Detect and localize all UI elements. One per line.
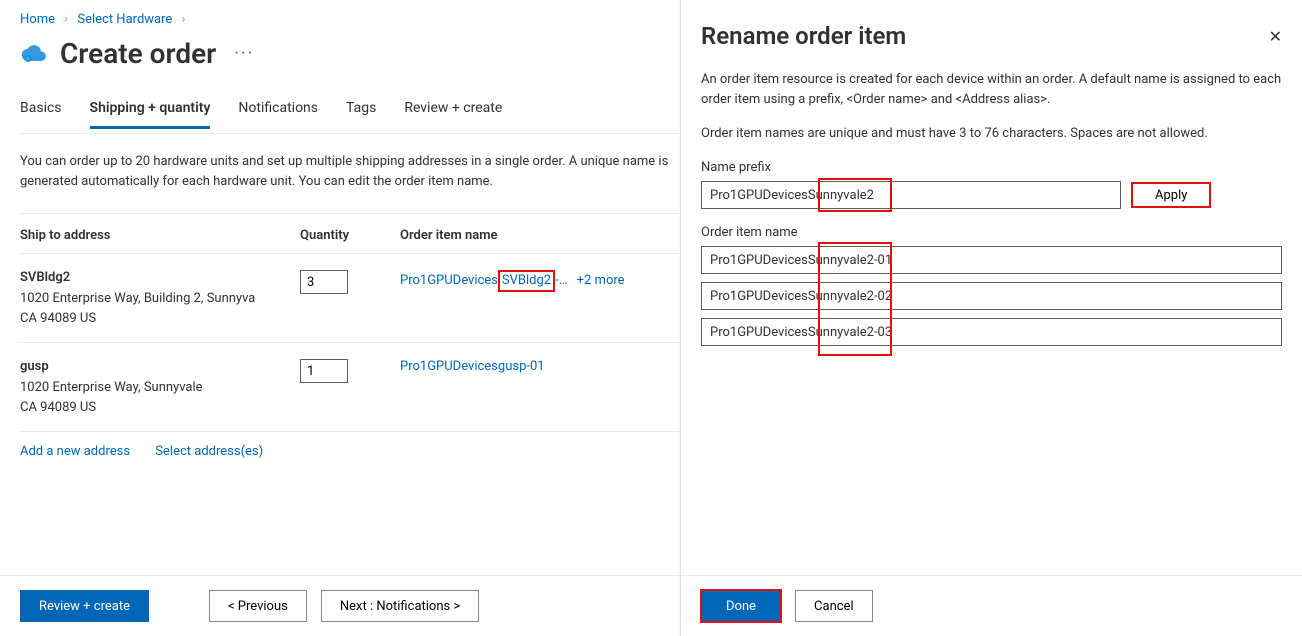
order-item-name-input[interactable]: Pro1GPUDevicesSunnyvale2-02 (701, 282, 1282, 310)
create-order-page: Home › Select Hardware › Create order ··… (0, 0, 680, 636)
done-button[interactable]: Done (701, 590, 781, 622)
review-create-button[interactable]: Review + create (20, 590, 149, 622)
address-line: 1020 Enterprise Way, Sunnyvale (20, 378, 300, 398)
oi-label: Order item name (701, 225, 1282, 240)
address-name: gusp (20, 359, 300, 374)
prefix-text: Pro1GPUDevices (710, 188, 808, 203)
order-item-name-input[interactable]: Pro1GPUDevicesSunnyvale2-03 (701, 318, 1282, 346)
breadcrumb: Home › Select Hardware › (20, 12, 680, 37)
next-button[interactable]: Next : Notifications > (321, 590, 479, 622)
oi-text: -… (555, 273, 567, 288)
quantity-input[interactable] (300, 270, 348, 294)
address-line: 1020 Enterprise Way, Building 2, Sunnyva (20, 289, 300, 309)
shipping-grid: Ship to address Quantity Order item name… (20, 213, 680, 432)
table-row: gusp 1020 Enterprise Way, Sunnyvale CA 9… (20, 343, 680, 431)
rename-order-item-panel: Rename order item ✕ An order item resour… (680, 0, 1302, 636)
tab-review-create[interactable]: Review + create (404, 92, 502, 129)
cloud-hardware-icon (20, 40, 48, 68)
oi-highlight: Sunnyvale2 (808, 253, 874, 268)
apply-button[interactable]: Apply (1131, 182, 1211, 208)
address-line: CA 94089 US (20, 309, 300, 329)
tab-notifications[interactable]: Notifications (238, 92, 318, 129)
breadcrumb-home[interactable]: Home (20, 12, 55, 27)
prefix-label: Name prefix (701, 160, 1282, 175)
address-name: SVBldg2 (20, 270, 300, 285)
intro-text: You can order up to 20 hardware units an… (20, 152, 680, 191)
highlighted-alias: SVBldg2 (498, 270, 555, 292)
previous-button[interactable]: < Previous (209, 590, 307, 622)
tab-tags[interactable]: Tags (346, 92, 376, 129)
tab-basics[interactable]: Basics (20, 92, 62, 129)
table-row: SVBldg2 1020 Enterprise Way, Building 2,… (20, 254, 680, 343)
tab-shipping-quantity[interactable]: Shipping + quantity (90, 92, 211, 129)
panel-description: Order item names are unique and must hav… (701, 124, 1282, 144)
name-prefix-input[interactable]: Pro1GPUDevicesSunnyvale2 (701, 181, 1121, 209)
panel-footer: Done Cancel (681, 575, 1302, 636)
order-item-name-link[interactable]: Pro1GPUDevicesSVBldg2-… +2 more (400, 270, 680, 292)
oi-text: -02 (874, 289, 892, 304)
oi-text: Pro1GPUDevices (710, 325, 808, 340)
prefix-highlight: Sunnyvale2 (808, 188, 874, 203)
add-address-link[interactable]: Add a new address (20, 444, 130, 459)
more-items-link[interactable]: +2 more (577, 273, 625, 288)
oi-text: Pro1GPUDevices (400, 273, 498, 288)
tabs: Basics Shipping + quantity Notifications… (20, 92, 680, 129)
breadcrumb-sep: › (58, 12, 74, 27)
oi-text: Pro1GPUDevices (710, 289, 808, 304)
quantity-input[interactable] (300, 359, 348, 383)
col-header-oi: Order item name (400, 228, 680, 243)
oi-text: -01 (874, 253, 892, 268)
breadcrumb-sep: › (176, 12, 192, 27)
oi-highlight: Sunnyvale2 (808, 325, 874, 340)
address-line: CA 94089 US (20, 398, 300, 418)
select-addresses-link[interactable]: Select address(es) (155, 444, 263, 459)
cancel-button[interactable]: Cancel (795, 590, 873, 622)
more-actions-icon[interactable]: ··· (228, 43, 260, 64)
col-header-ship: Ship to address (20, 228, 300, 243)
oi-highlight: Sunnyvale2 (808, 289, 874, 304)
order-item-name-input[interactable]: Pro1GPUDevicesSunnyvale2-01 (701, 246, 1282, 274)
oi-text: -03 (874, 325, 892, 340)
order-item-name-link[interactable]: Pro1GPUDevicesgusp-01 (400, 359, 680, 374)
page-title: Create order (60, 37, 216, 70)
col-header-qty: Quantity (300, 228, 400, 243)
panel-description: An order item resource is created for ea… (701, 70, 1282, 110)
oi-text: Pro1GPUDevices (710, 253, 808, 268)
close-icon[interactable]: ✕ (1269, 27, 1282, 46)
panel-title: Rename order item (701, 22, 906, 50)
breadcrumb-select-hardware[interactable]: Select Hardware (77, 12, 172, 27)
wizard-footer: Review + create < Previous Next : Notifi… (0, 575, 680, 636)
